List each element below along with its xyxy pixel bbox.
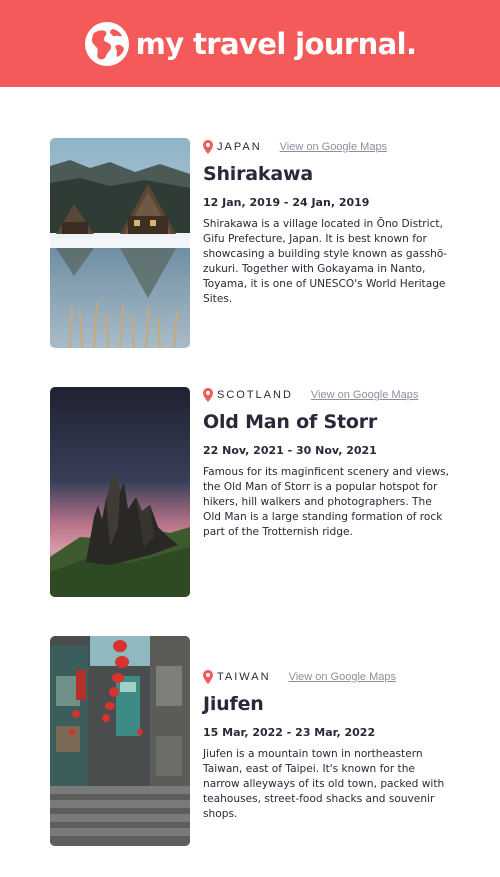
globe-icon: [84, 21, 129, 66]
country-label: SCOTLAND: [217, 389, 293, 401]
app-header: my travel journal.: [0, 0, 500, 87]
google-maps-link[interactable]: View on Google Maps: [280, 141, 387, 153]
app-title: my travel journal.: [135, 26, 417, 61]
google-maps-link[interactable]: View on Google Maps: [289, 671, 396, 683]
place-description: Shirakawa is a village located in Ōno Di…: [203, 218, 448, 305]
entry-photo: [50, 387, 190, 597]
trip-dates: 15 Mar, 2022 - 23 Mar, 2022: [203, 726, 376, 739]
entry-photo: [50, 138, 190, 348]
entry-info: SCOTLAND View on Google Maps Old Man of …: [203, 387, 458, 540]
location-row: SCOTLAND View on Google Maps: [203, 386, 458, 404]
entry-photo: [50, 636, 190, 846]
journal-entry: JAPAN View on Google Maps Shirakawa 12 J…: [50, 138, 460, 348]
trip-dates: 12 Jan, 2019 - 24 Jan, 2019: [203, 196, 370, 209]
trip-dates: 22 Nov, 2021 - 30 Nov, 2021: [203, 444, 377, 457]
google-maps-link[interactable]: View on Google Maps: [311, 389, 418, 401]
journal-entry: SCOTLAND View on Google Maps Old Man of …: [50, 387, 460, 597]
place-title: Old Man of Storr: [203, 411, 378, 433]
entry-info: TAIWAN View on Google Maps Jiufen 15 Mar…: [203, 636, 458, 822]
entry-info: JAPAN View on Google Maps Shirakawa 12 J…: [203, 138, 458, 307]
journal-entry: TAIWAN View on Google Maps Jiufen 15 Mar…: [50, 636, 460, 846]
place-description: Jiufen is a mountain town in northeaster…: [203, 748, 445, 820]
location-pin-icon: [203, 670, 213, 684]
place-description: Famous for its maginficent scenery and v…: [203, 466, 450, 538]
brand: my travel journal.: [84, 21, 417, 67]
location-pin-icon: [203, 388, 213, 402]
location-pin-icon: [203, 140, 213, 154]
place-title: Jiufen: [203, 693, 264, 715]
country-label: JAPAN: [217, 141, 262, 153]
country-label: TAIWAN: [217, 671, 271, 683]
location-row: JAPAN View on Google Maps: [203, 138, 458, 156]
place-title: Shirakawa: [203, 163, 313, 185]
location-row: TAIWAN View on Google Maps: [203, 668, 458, 686]
